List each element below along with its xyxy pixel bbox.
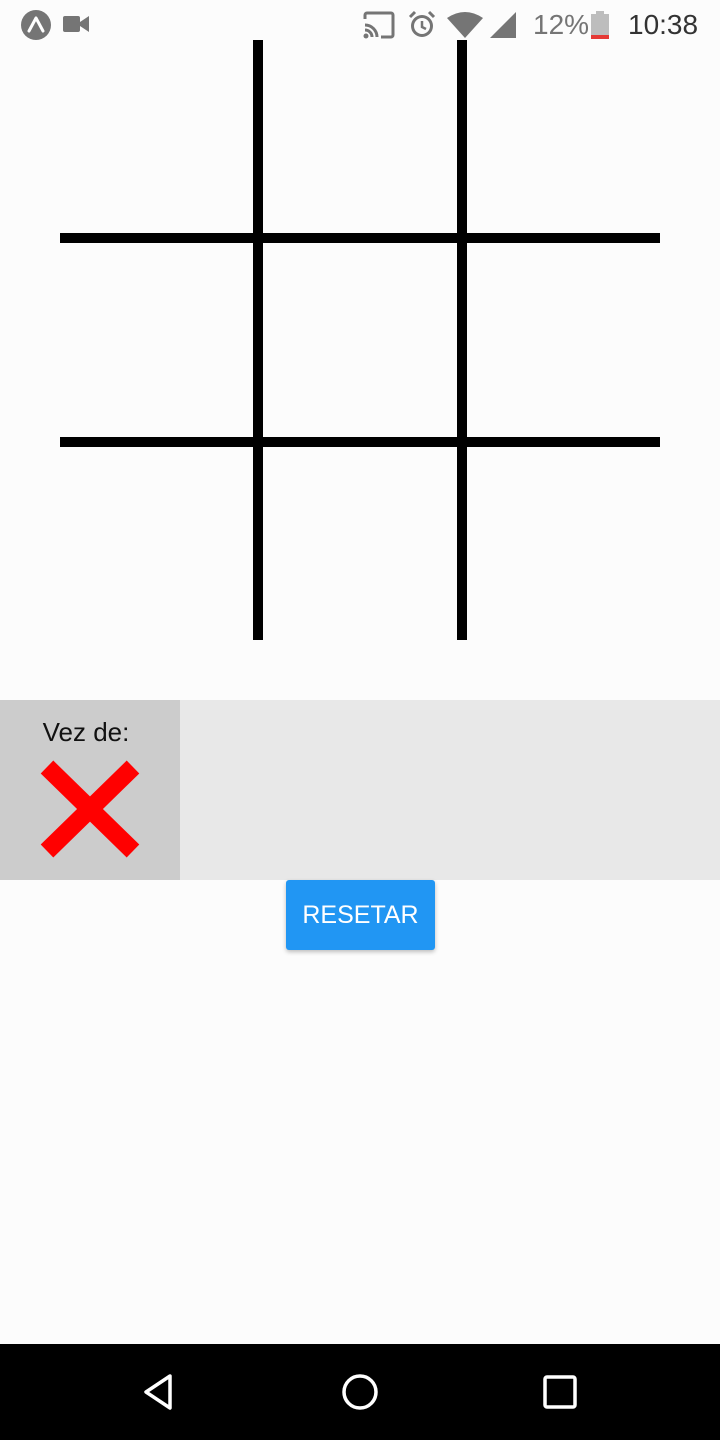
board-cell-7[interactable] (60, 450, 250, 640)
board-cell-8[interactable] (265, 450, 455, 640)
clock: 10:38 (628, 9, 699, 40)
board-cell-9[interactable] (470, 450, 660, 640)
board-cell-4[interactable] (60, 245, 250, 435)
board-horizontal-line (60, 233, 660, 243)
back-icon[interactable] (136, 1368, 184, 1416)
board-cell-1[interactable] (60, 40, 250, 230)
x-mark-icon (40, 760, 140, 858)
board-horizontal-line (60, 437, 660, 447)
video-camera-icon (63, 16, 89, 32)
signal-icon (490, 12, 516, 38)
board-vertical-line (253, 40, 263, 640)
alarm-icon (408, 10, 436, 37)
cast-icon (363, 11, 395, 39)
expo-icon (21, 10, 51, 40)
navigation-bar (0, 1344, 720, 1440)
turn-panel: Vez de: (0, 700, 720, 880)
board-cell-3[interactable] (470, 40, 660, 230)
recents-icon[interactable] (536, 1368, 584, 1416)
tic-tac-toe-board (60, 40, 660, 640)
battery-icon (591, 11, 609, 39)
home-icon[interactable] (336, 1368, 384, 1416)
wifi-icon (447, 12, 483, 38)
board-cell-6[interactable] (470, 245, 660, 435)
current-turn-box: Vez de: (0, 700, 180, 880)
board-cell-5[interactable] (265, 245, 455, 435)
board-cell-2[interactable] (265, 40, 455, 230)
turn-label: Vez de: (42, 717, 130, 747)
reset-button[interactable]: RESETAR (286, 880, 435, 950)
board-vertical-line (457, 40, 467, 640)
battery-percentage: 12% (533, 9, 590, 40)
